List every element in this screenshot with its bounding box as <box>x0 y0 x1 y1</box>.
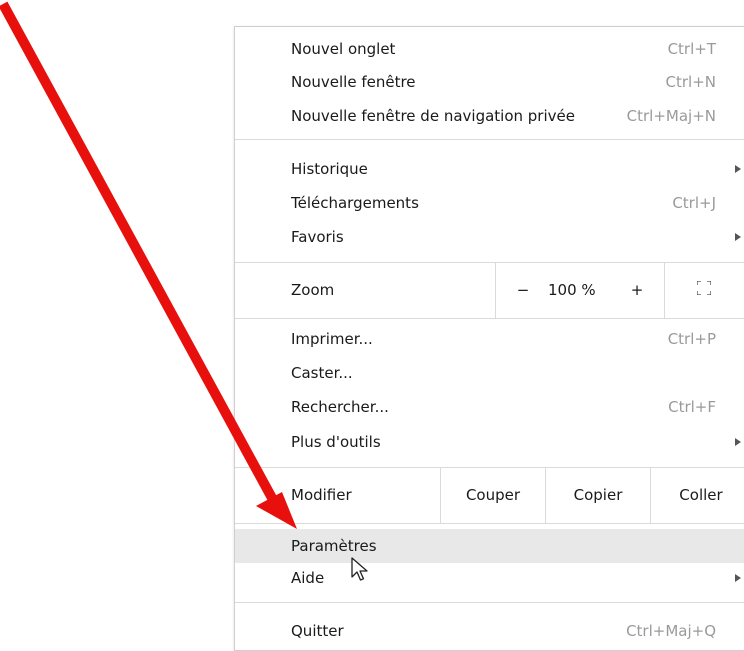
copy-button[interactable]: Copier <box>546 468 650 523</box>
menu-item-print[interactable]: Imprimer... Ctrl+P <box>235 324 744 354</box>
menu-item-label: Favoris <box>291 228 344 246</box>
menu-item-shortcut: Ctrl+F <box>668 398 716 416</box>
menu-item-label: Nouvelle fenêtre de navigation privée <box>291 107 575 125</box>
menu-item-label: Plus d'outils <box>291 433 381 451</box>
menu-item-label: Nouvelle fenêtre <box>291 73 416 91</box>
menu-item-label: Téléchargements <box>291 194 419 212</box>
menu-separator <box>235 318 744 319</box>
menu-item-downloads[interactable]: Téléchargements Ctrl+J <box>235 188 744 218</box>
menu-item-label: Quitter <box>291 622 344 640</box>
zoom-divider <box>664 263 665 318</box>
menu-item-find[interactable]: Rechercher... Ctrl+F <box>235 392 744 422</box>
menu-item-bookmarks[interactable]: Favoris <box>235 222 744 252</box>
menu-item-new-window[interactable]: Nouvelle fenêtre Ctrl+N <box>235 67 744 97</box>
menu-item-shortcut: Ctrl+Maj+N <box>626 107 716 125</box>
menu-item-shortcut: Ctrl+T <box>667 40 716 58</box>
zoom-divider <box>495 263 496 318</box>
submenu-arrow-icon <box>735 233 741 241</box>
menu-item-history[interactable]: Historique <box>235 154 744 184</box>
menu-item-new-tab[interactable]: Nouvel onglet Ctrl+T <box>235 34 744 64</box>
menu-item-label: Nouvel onglet <box>291 40 396 58</box>
menu-item-label: Caster... <box>291 364 353 382</box>
fullscreen-icon[interactable] <box>697 281 711 295</box>
menu-item-shortcut: Ctrl+P <box>667 330 716 348</box>
menu-item-cast[interactable]: Caster... <box>235 358 744 388</box>
menu-item-label: Rechercher... <box>291 398 389 416</box>
menu-item-label: Aide <box>291 569 325 587</box>
menu-item-shortcut: Ctrl+J <box>672 194 716 212</box>
menu-item-settings[interactable]: Paramètres <box>235 529 744 563</box>
menu-item-quit[interactable]: Quitter Ctrl+Maj+Q <box>235 616 744 646</box>
zoom-level: 100 % <box>548 281 596 299</box>
browser-context-menu: Nouvel onglet Ctrl+T Nouvelle fenêtre Ct… <box>234 26 744 651</box>
cut-button[interactable]: Couper <box>441 468 545 523</box>
menu-item-shortcut: Ctrl+Maj+Q <box>626 622 716 640</box>
submenu-arrow-icon <box>735 165 741 173</box>
zoom-out-button[interactable]: − <box>508 273 538 307</box>
menu-item-more-tools[interactable]: Plus d'outils <box>235 427 744 457</box>
edit-row: Modifier Couper Copier Coller <box>235 468 744 523</box>
zoom-row: Zoom − 100 % + <box>235 263 744 318</box>
submenu-arrow-icon <box>735 438 741 446</box>
menu-item-label: Imprimer... <box>291 330 373 348</box>
menu-separator <box>235 602 744 603</box>
menu-separator <box>235 523 744 524</box>
mouse-cursor-icon <box>351 557 368 581</box>
submenu-arrow-icon <box>735 574 741 582</box>
menu-item-shortcut: Ctrl+N <box>665 73 716 91</box>
menu-item-label: Historique <box>291 160 368 178</box>
edit-label: Modifier <box>291 486 352 504</box>
zoom-in-button[interactable]: + <box>622 273 652 307</box>
menu-item-help[interactable]: Aide <box>235 563 744 593</box>
paste-button[interactable]: Coller <box>651 468 744 523</box>
menu-separator <box>235 139 744 140</box>
zoom-label: Zoom <box>291 281 335 299</box>
menu-item-new-private-window[interactable]: Nouvelle fenêtre de navigation privée Ct… <box>235 101 744 131</box>
